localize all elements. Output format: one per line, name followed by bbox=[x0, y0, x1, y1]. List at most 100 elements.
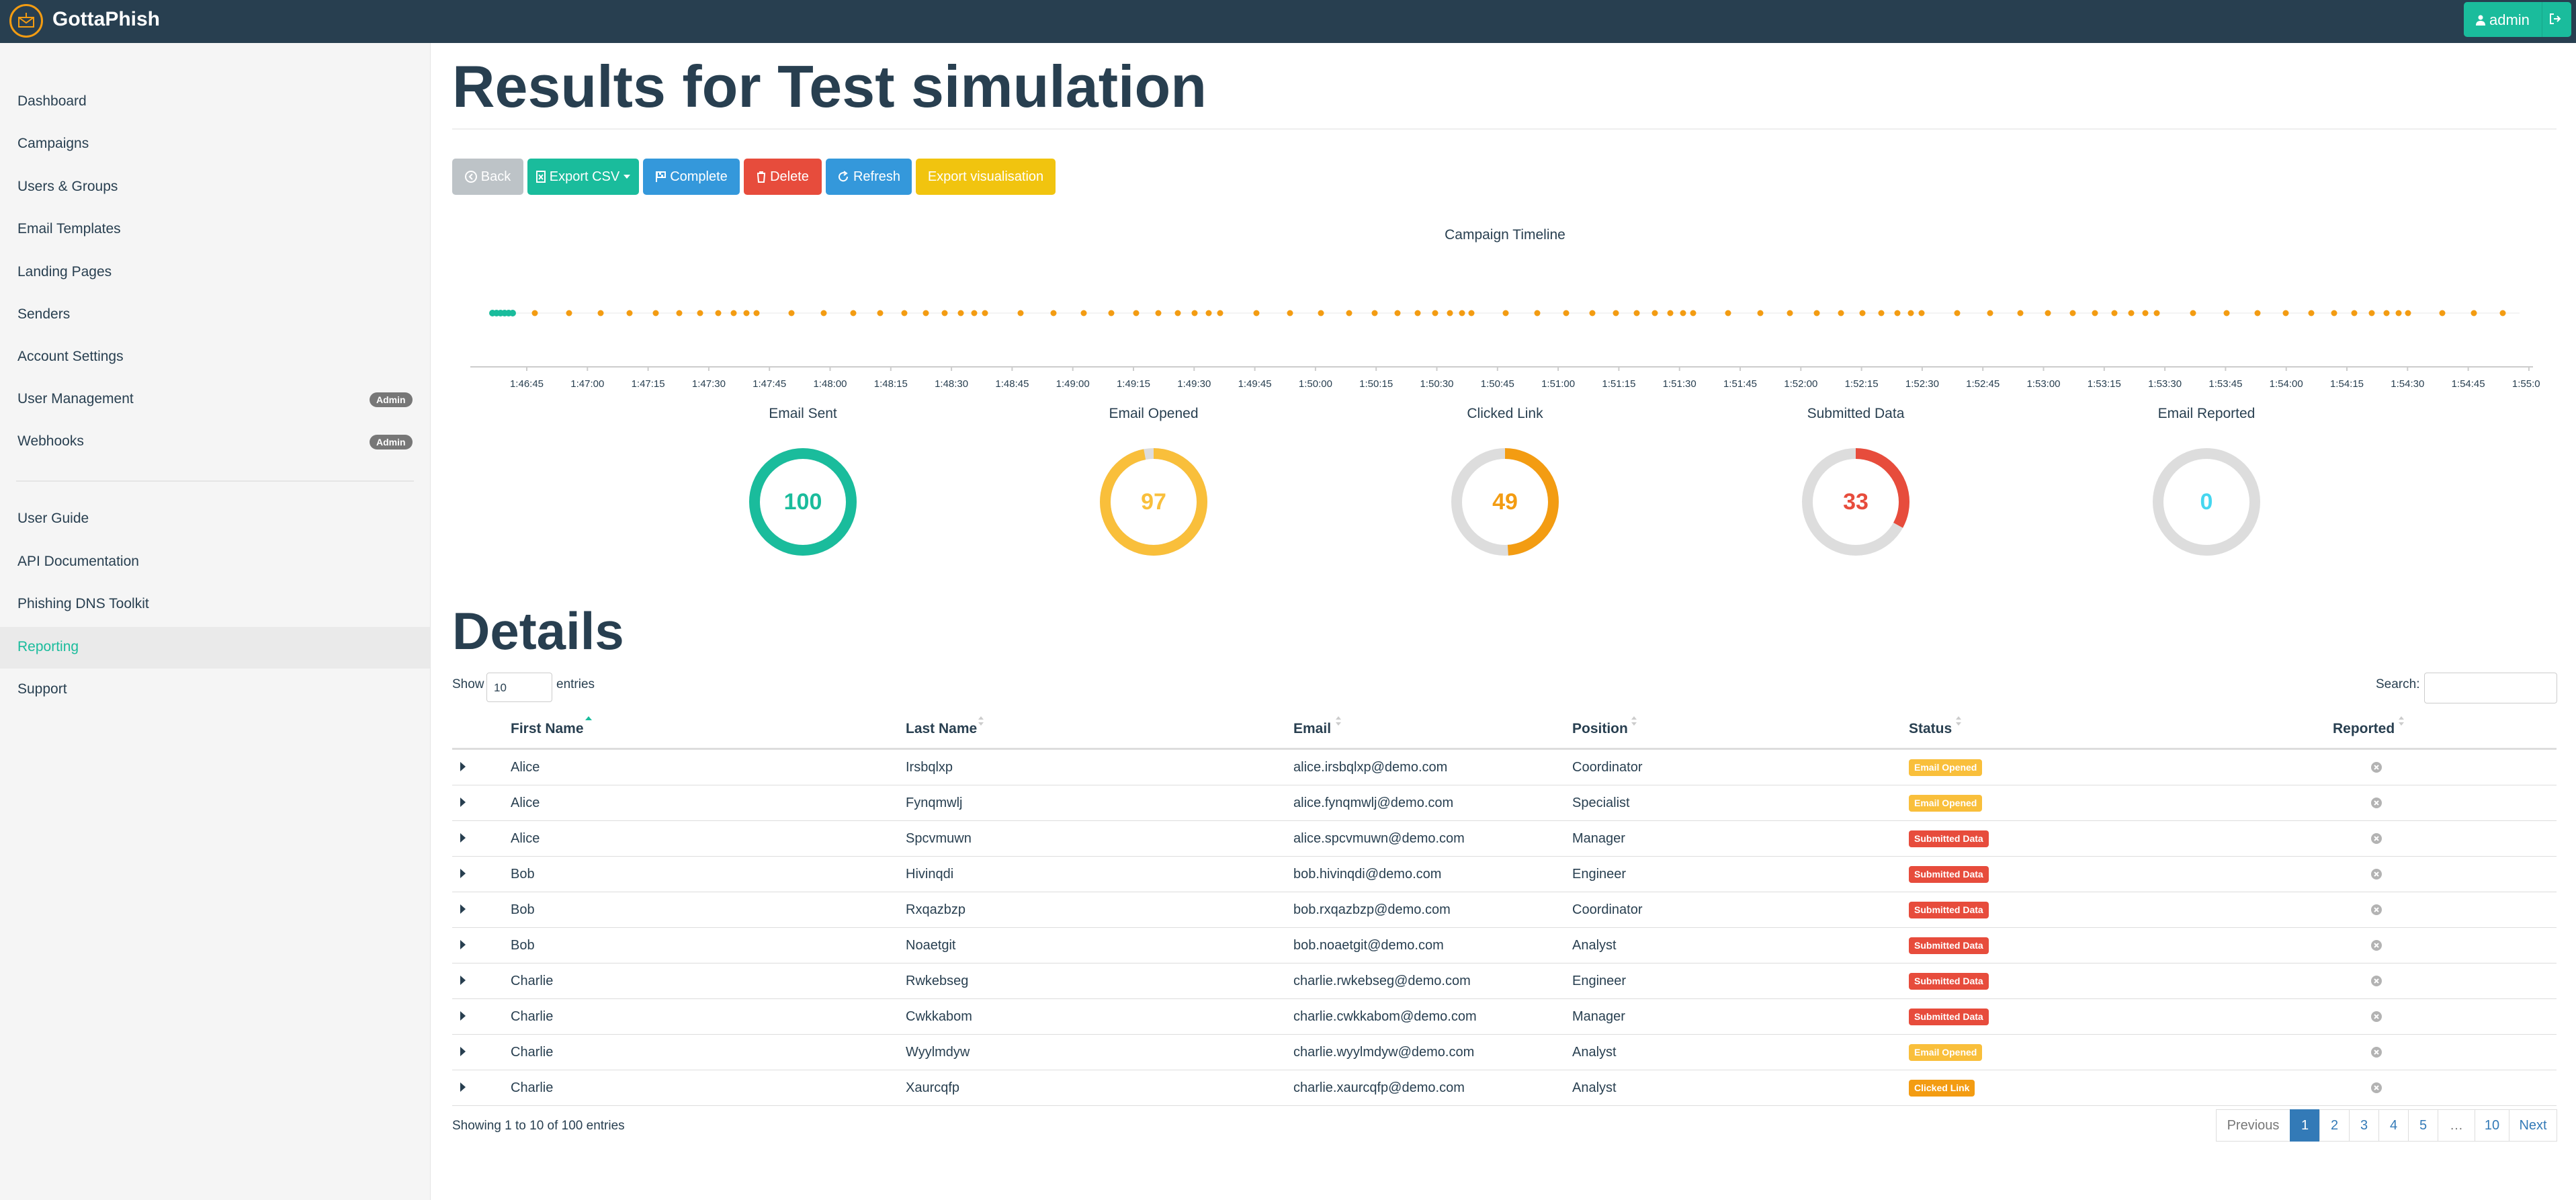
sidebar-item-senders[interactable]: Senders bbox=[0, 294, 430, 336]
timeline-event-point[interactable] bbox=[1954, 310, 1961, 316]
table-row[interactable]: Alice Spcvmuwn alice.spcvmuwn@demo.com Mana… bbox=[452, 821, 2557, 857]
timeline-event-point[interactable] bbox=[1253, 310, 1260, 316]
timeline-event-point[interactable] bbox=[2331, 310, 2337, 316]
timeline-event-point[interactable] bbox=[1108, 310, 1115, 316]
page-button[interactable]: 2 bbox=[2319, 1109, 2350, 1142]
table-row[interactable]: Bob Hivinqdi bob.hivinqdi@demo.com Engineer… bbox=[452, 857, 2557, 892]
timeline-event-point[interactable] bbox=[1017, 310, 1024, 316]
timeline-event-point[interactable] bbox=[2471, 310, 2477, 316]
timeline-event-point[interactable] bbox=[2092, 310, 2098, 316]
timeline-event-point[interactable] bbox=[820, 310, 827, 316]
timeline-event-point[interactable] bbox=[1907, 310, 1914, 316]
page-button[interactable]: 5 bbox=[2408, 1109, 2438, 1142]
timeline-event-point[interactable] bbox=[2223, 310, 2230, 316]
timeline-event-point[interactable] bbox=[1787, 310, 1793, 316]
sidebar-item-phishing-dns-toolkit[interactable]: Phishing DNS Toolkit bbox=[0, 584, 430, 626]
timeline-event-point[interactable] bbox=[753, 310, 760, 316]
timeline-event-point[interactable] bbox=[2282, 310, 2289, 316]
email-sent-donut[interactable]: 100 bbox=[746, 445, 860, 559]
timeline-event-point[interactable] bbox=[1191, 310, 1198, 316]
timeline-event-point[interactable] bbox=[1287, 310, 1293, 316]
column-header-status[interactable]: Status bbox=[1909, 721, 1952, 737]
expand-caret-icon[interactable] bbox=[460, 1047, 466, 1056]
timeline-event-point[interactable] bbox=[2439, 310, 2446, 316]
timeline-event-point[interactable] bbox=[652, 310, 659, 316]
column-header-position[interactable]: Position bbox=[1572, 721, 1628, 737]
timeline-event-point[interactable] bbox=[1878, 310, 1885, 316]
timeline-event-point[interactable] bbox=[1690, 310, 1697, 316]
sort-icon[interactable] bbox=[2397, 714, 2405, 728]
timeline-event-point[interactable] bbox=[2128, 310, 2135, 316]
timeline-event-point[interactable] bbox=[566, 310, 572, 316]
export-csv-button[interactable]: Export CSV bbox=[527, 159, 639, 195]
timeline-event-point[interactable] bbox=[2499, 310, 2506, 316]
timeline-event-point[interactable] bbox=[1651, 310, 1658, 316]
column-header-first-name[interactable]: First Name bbox=[511, 721, 584, 737]
column-header-last-name[interactable]: Last Name bbox=[906, 721, 977, 737]
timeline-event-point[interactable] bbox=[850, 310, 857, 316]
timeline-event-point[interactable] bbox=[971, 310, 978, 316]
timeline-event-point[interactable] bbox=[1394, 310, 1401, 316]
next-page-button[interactable]: Next bbox=[2509, 1109, 2557, 1142]
sidebar-item-account-settings[interactable]: Account Settings bbox=[0, 337, 430, 378]
expand-caret-icon[interactable] bbox=[460, 833, 466, 843]
expand-caret-icon[interactable] bbox=[460, 798, 466, 807]
export-visualisation-button[interactable]: Export visualisation bbox=[916, 159, 1056, 195]
page-button[interactable]: 4 bbox=[2378, 1109, 2409, 1142]
sidebar-item-reporting[interactable]: Reporting bbox=[0, 627, 430, 669]
sidebar-item-email-templates[interactable]: Email Templates bbox=[0, 209, 430, 251]
timeline-event-point[interactable] bbox=[941, 310, 948, 316]
brand-logo-icon[interactable] bbox=[9, 4, 43, 38]
timeline-event-point[interactable] bbox=[697, 310, 703, 316]
timeline-event-point[interactable] bbox=[877, 310, 884, 316]
sidebar-item-webhooks[interactable]: Webhooks Admin bbox=[0, 421, 430, 463]
timeline-event-point[interactable] bbox=[2017, 310, 2024, 316]
sidebar-item-user-management[interactable]: User Management Admin bbox=[0, 379, 430, 421]
timeline-event-point[interactable] bbox=[1459, 310, 1465, 316]
timeline-event-point[interactable] bbox=[1894, 310, 1901, 316]
page-button[interactable]: 10 bbox=[2475, 1109, 2509, 1142]
timeline-event-point[interactable] bbox=[1757, 310, 1764, 316]
timeline-event-point[interactable] bbox=[2254, 310, 2261, 316]
timeline-event-point[interactable] bbox=[2308, 310, 2315, 316]
brand-name[interactable]: GottaPhish bbox=[52, 8, 160, 31]
timeline-event-point[interactable] bbox=[531, 310, 538, 316]
sidebar-item-landing-pages[interactable]: Landing Pages bbox=[0, 252, 430, 294]
submitted-data-donut[interactable]: 33 bbox=[1799, 445, 1913, 559]
timeline-event-point[interactable] bbox=[1346, 310, 1353, 316]
timeline-event-point[interactable] bbox=[2190, 310, 2196, 316]
timeline-event-point[interactable] bbox=[901, 310, 908, 316]
timeline-event-point[interactable] bbox=[2045, 310, 2051, 316]
table-row[interactable]: Charlie Rwkebseg charlie.rwkebseg@demo.com… bbox=[452, 963, 2557, 999]
table-row[interactable]: Alice Fynqmwlj alice.fynqmwlj@demo.com Spec… bbox=[452, 785, 2557, 821]
clicked-link-donut[interactable]: 49 bbox=[1448, 445, 1562, 559]
timeline-event-point[interactable] bbox=[982, 310, 988, 316]
expand-caret-icon[interactable] bbox=[460, 1082, 466, 1092]
timeline-event-point[interactable] bbox=[1613, 310, 1619, 316]
user-menu[interactable]: admin bbox=[2476, 11, 2530, 29]
refresh-button[interactable]: Refresh bbox=[826, 159, 912, 195]
timeline-event-point[interactable] bbox=[2069, 310, 2076, 316]
timeline-event-point[interactable] bbox=[1174, 310, 1181, 316]
email-opened-donut[interactable]: 97 bbox=[1097, 445, 1211, 559]
timeline-event-point[interactable] bbox=[1563, 310, 1570, 316]
timeline-event-point[interactable] bbox=[2142, 310, 2149, 316]
timeline-event-point[interactable] bbox=[1371, 310, 1378, 316]
timeline-sent-point[interactable] bbox=[509, 310, 516, 316]
sort-icon[interactable] bbox=[1630, 714, 1638, 728]
expand-caret-icon[interactable] bbox=[460, 940, 466, 949]
timeline-event-point[interactable] bbox=[1502, 310, 1509, 316]
table-row[interactable]: Bob Rxqazbzp bob.rxqazbzp@demo.com Coordina… bbox=[452, 892, 2557, 928]
expand-caret-icon[interactable] bbox=[460, 976, 466, 985]
timeline-event-point[interactable] bbox=[957, 310, 964, 316]
timeline-event-point[interactable] bbox=[597, 310, 604, 316]
timeline-event-point[interactable] bbox=[1468, 310, 1475, 316]
sort-icon[interactable] bbox=[1955, 714, 1963, 728]
timeline-event-point[interactable] bbox=[626, 310, 633, 316]
timeline-event-point[interactable] bbox=[2395, 310, 2402, 316]
delete-button[interactable]: Delete bbox=[744, 159, 822, 195]
email-reported-donut[interactable]: 0 bbox=[2149, 445, 2264, 559]
expand-caret-icon[interactable] bbox=[460, 869, 466, 878]
timeline-event-point[interactable] bbox=[788, 310, 795, 316]
timeline-event-point[interactable] bbox=[743, 310, 750, 316]
